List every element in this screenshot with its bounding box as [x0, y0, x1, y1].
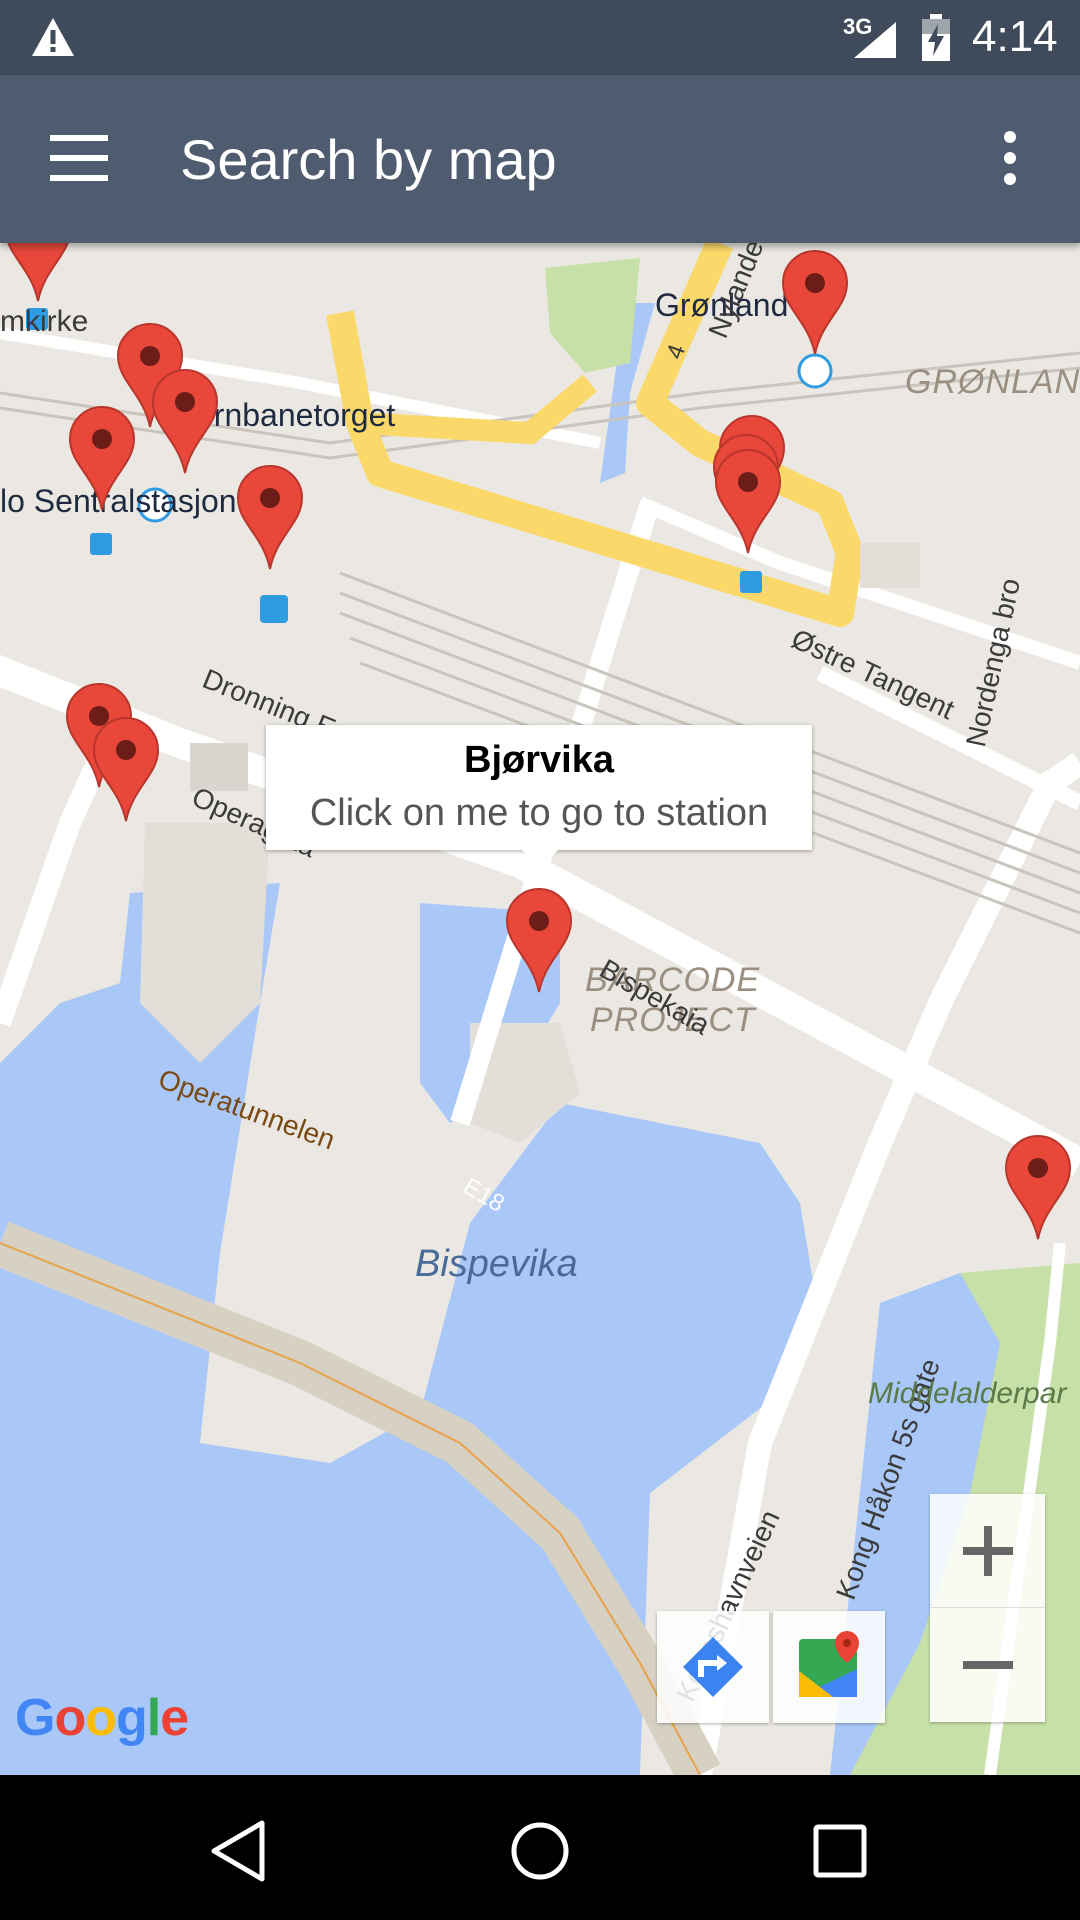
map-marker-pin[interactable]	[235, 465, 305, 575]
plus-icon	[963, 1526, 1013, 1576]
info-window-subtitle: Click on me to go to station	[309, 792, 769, 834]
clock: 4:14	[972, 12, 1058, 61]
battery-charging-icon	[922, 14, 950, 61]
google-logo: Google	[15, 1689, 189, 1747]
map-marker-pin[interactable]	[1003, 1135, 1073, 1245]
map-marker-pin[interactable]	[67, 406, 137, 516]
map-marker-pin[interactable]	[3, 243, 73, 307]
map-marker-pin[interactable]	[780, 250, 850, 360]
directions-icon	[683, 1637, 743, 1697]
menu-icon[interactable]	[50, 135, 120, 185]
page-title: Search by map	[180, 128, 557, 191]
zoom-out-button[interactable]	[930, 1607, 1045, 1721]
map-view[interactable]: Grønland Nylande GRØNLAND mkirke Jernban…	[0, 243, 1080, 1775]
info-window[interactable]: Bjørvika Click on me to go to station	[266, 725, 812, 868]
zoom-in-button[interactable]	[930, 1494, 1045, 1607]
zoom-controls	[930, 1494, 1045, 1722]
open-in-maps-button[interactable]	[773, 1611, 885, 1723]
google-maps-icon	[799, 1631, 859, 1697]
warning-icon	[32, 18, 74, 56]
info-window-title: Bjørvika	[464, 739, 614, 781]
directions-button[interactable]	[657, 1611, 769, 1723]
label-middelalderpark: Middelalderpar	[868, 1377, 1067, 1410]
recents-icon[interactable]	[800, 1811, 880, 1891]
back-icon[interactable]	[200, 1811, 280, 1891]
status-bar: 3G 4:14	[0, 0, 1080, 75]
label-domkirke: mkirke	[0, 305, 89, 338]
map-marker-pin[interactable]	[150, 369, 220, 479]
selected-map-marker-pin[interactable]	[504, 888, 574, 998]
label-bispevika: Bispevika	[415, 1243, 578, 1285]
home-icon[interactable]	[500, 1811, 580, 1891]
overflow-menu-icon[interactable]	[995, 131, 1025, 191]
map-marker-pin[interactable]	[91, 717, 161, 827]
minus-icon	[963, 1661, 1013, 1669]
map-marker-pin[interactable]	[713, 449, 783, 559]
navigation-bar	[0, 1775, 1080, 1920]
app-bar: Search by map	[0, 75, 1080, 243]
label-gronland-area: GRØNLAND	[905, 363, 1080, 401]
signal-icon	[854, 22, 896, 58]
